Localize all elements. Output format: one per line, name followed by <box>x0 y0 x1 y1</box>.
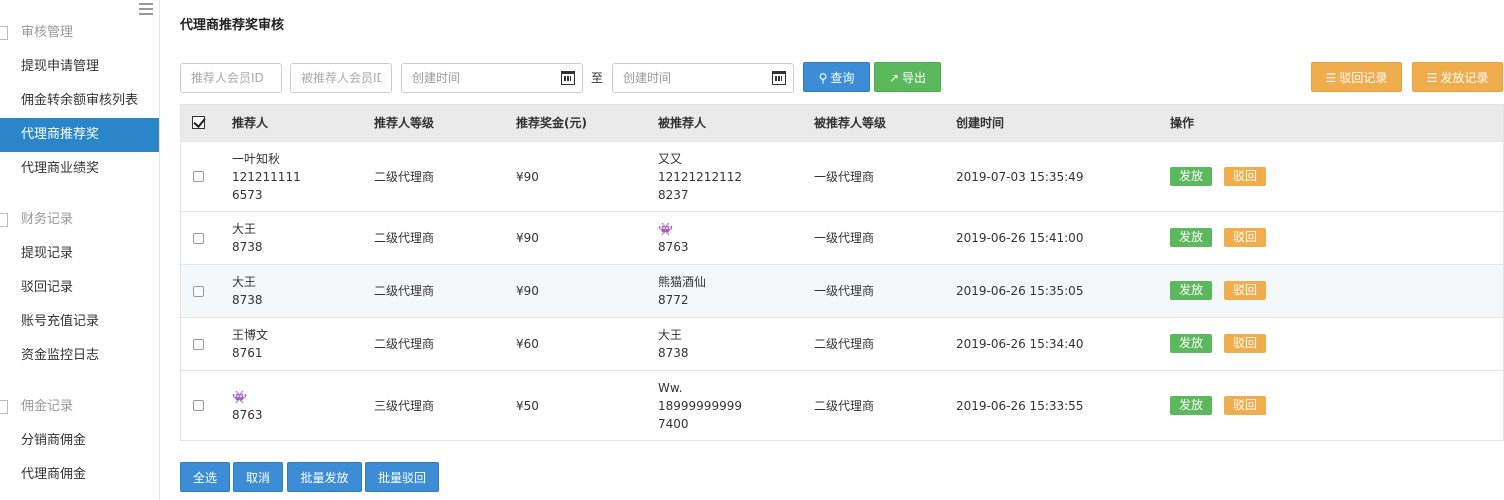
list-icon: ☰ <box>1426 71 1438 85</box>
table-row: 👾 8763 三级代理商 ¥50 Ww. 18999999999 7400 二级代理商… <box>181 370 1503 441</box>
bonus-cell: ¥50 <box>516 399 539 413</box>
finance-icon <box>0 213 8 227</box>
referee-cell: 熊猫酒仙 8772 <box>658 275 707 307</box>
bonus-cell: ¥90 <box>516 170 539 184</box>
row-checkbox[interactable] <box>193 233 204 244</box>
created-time-cell: 2019-06-26 15:33:55 <box>956 399 1084 413</box>
referrer-cell: 王博文 8761 <box>232 328 269 360</box>
sidebar-group-commission: 佣金记录 <box>0 391 159 423</box>
page-title: 代理商推荐奖审核 <box>180 18 285 33</box>
issue-button[interactable]: 发放 <box>1170 396 1213 415</box>
referee-cell: 👾 8763 <box>658 222 689 254</box>
sidebar-item-recharge-records[interactable]: 账号充值记录 <box>0 305 159 339</box>
cancel-button[interactable]: 取消 <box>233 462 283 492</box>
batch-issue-button[interactable]: 批量发放 <box>287 462 362 492</box>
header-referee: 被推荐人 <box>658 116 707 130</box>
reject-button[interactable]: 驳回 <box>1224 334 1267 353</box>
bonus-cell: ¥90 <box>516 231 539 245</box>
reject-button[interactable]: 驳回 <box>1224 228 1267 247</box>
created-time-cell: 2019-07-03 15:35:49 <box>956 170 1084 184</box>
reject-records-button[interactable]: ☰ 驳回记录 <box>1311 62 1402 92</box>
sidebar-item-agent-referral-bonus[interactable]: 代理商推荐奖 <box>0 118 159 152</box>
issue-button[interactable]: 发放 <box>1170 167 1213 186</box>
sidebar-group-finance: 财务记录 <box>0 204 159 236</box>
row-checkbox[interactable] <box>193 286 204 297</box>
reject-button[interactable]: 驳回 <box>1224 281 1267 300</box>
list-icon: ☰ <box>1325 71 1337 85</box>
header-referrer: 推荐人 <box>232 116 269 130</box>
sidebar-item-agent-performance-bonus[interactable]: 代理商业绩奖 <box>0 152 159 186</box>
reject-button[interactable]: 驳回 <box>1224 396 1267 415</box>
referrer-level-cell: 二级代理商 <box>374 284 435 298</box>
referee-level-cell: 一级代理商 <box>814 231 875 245</box>
start-time-field[interactable]: 创建时间 <box>401 63 583 93</box>
sidebar-item-reject-records[interactable]: 驳回记录 <box>0 271 159 305</box>
referrer-id-input[interactable] <box>180 63 282 93</box>
sidebar-item-fund-monitor-log[interactable]: 资金监控日志 <box>0 339 159 373</box>
bonus-cell: ¥90 <box>516 284 539 298</box>
sidebar-item-distributor-commission[interactable]: 分销商佣金 <box>0 424 159 458</box>
search-icon: ⚲ <box>818 71 828 85</box>
select-all-button[interactable]: 全选 <box>180 462 230 492</box>
issue-records-button[interactable]: ☰ 发放记录 <box>1412 62 1503 92</box>
referrer-cell: 大王 8738 <box>232 275 263 307</box>
table-header: 推荐人 推荐人等级 推荐奖金(元) 被推荐人 被推荐人等级 创建时间 操作 <box>181 105 1503 141</box>
commission-icon <box>0 400 8 414</box>
referee-level-cell: 二级代理商 <box>814 337 875 351</box>
export-icon: ↗ <box>888 71 900 85</box>
end-time-field[interactable]: 创建时间 <box>612 63 794 93</box>
row-checkbox[interactable] <box>193 339 204 350</box>
header-bonus: 推荐奖金(元) <box>516 116 587 130</box>
table-row: 王博文 8761 二级代理商 ¥60 大王 8738 二级代理商 2019-06-2… <box>181 317 1503 370</box>
referrer-cell: 大王 8738 <box>232 222 263 254</box>
referee-cell: 又又 12121212112 8237 <box>658 152 742 202</box>
header-referee-level: 被推荐人等级 <box>814 116 887 130</box>
issue-button[interactable]: 发放 <box>1170 281 1213 300</box>
export-button[interactable]: ↗ 导出 <box>874 62 941 92</box>
referee-level-cell: 一级代理商 <box>814 284 875 298</box>
table-row: 大王 8738 二级代理商 ¥90 熊猫酒仙 8772 一级代理商 2019-06-… <box>181 264 1503 317</box>
created-time-cell: 2019-06-26 15:41:00 <box>956 231 1084 245</box>
referee-cell: 大王 8738 <box>658 328 689 360</box>
reject-button[interactable]: 驳回 <box>1224 167 1267 186</box>
sidebar: 审核管理 提现申请管理 佣金转余额审核列表 代理商推荐奖 代理商业绩奖 财务记录… <box>0 0 160 500</box>
referrer-level-cell: 三级代理商 <box>374 399 435 413</box>
referee-cell: Ww. 18999999999 7400 <box>658 381 742 431</box>
header-referrer-level: 推荐人等级 <box>374 116 435 130</box>
referrer-cell: 👾 8763 <box>232 390 263 422</box>
sidebar-item-agent-commission[interactable]: 代理商佣金 <box>0 458 159 492</box>
referrer-level-cell: 二级代理商 <box>374 170 435 184</box>
row-checkbox[interactable] <box>193 400 204 411</box>
sidebar-item-withdraw-records[interactable]: 提现记录 <box>0 237 159 271</box>
bonus-cell: ¥60 <box>516 337 539 351</box>
bonus-table: 推荐人 推荐人等级 推荐奖金(元) 被推荐人 被推荐人等级 创建时间 操作 一叶… <box>180 104 1504 441</box>
date-range-separator: 至 <box>591 71 604 85</box>
table-row: 大王 8738 二级代理商 ¥90 👾 8763 一级代理商 2019-06-26 … <box>181 211 1503 264</box>
created-time-cell: 2019-06-26 15:34:40 <box>956 337 1084 351</box>
batch-reject-button[interactable]: 批量驳回 <box>365 462 439 492</box>
referrer-level-cell: 二级代理商 <box>374 231 435 245</box>
issue-button[interactable]: 发放 <box>1170 334 1213 353</box>
sidebar-item-commission-to-balance[interactable]: 佣金转余额审核列表 <box>0 84 159 118</box>
audit-icon <box>0 26 8 40</box>
sidebar-group-audit: 审核管理 <box>0 17 159 49</box>
search-button[interactable]: ⚲ 查询 <box>803 62 870 92</box>
header-created-time: 创建时间 <box>956 116 1005 130</box>
calendar-icon[interactable] <box>561 71 575 85</box>
calendar-icon[interactable] <box>772 71 786 85</box>
referee-id-input[interactable] <box>290 63 392 93</box>
row-checkbox[interactable] <box>193 171 204 182</box>
sidebar-item-withdraw-requests[interactable]: 提现申请管理 <box>0 50 159 84</box>
issue-button[interactable]: 发放 <box>1170 228 1213 247</box>
menu-toggle-icon[interactable] <box>139 3 153 15</box>
referrer-level-cell: 二级代理商 <box>374 337 435 351</box>
header-actions: 操作 <box>1170 116 1195 130</box>
referrer-cell: 一叶知秋 121211111 6573 <box>232 152 301 202</box>
select-all-checkbox[interactable] <box>192 116 205 129</box>
created-time-cell: 2019-06-26 15:35:05 <box>956 284 1084 298</box>
referee-level-cell: 一级代理商 <box>814 170 875 184</box>
table-row: 一叶知秋 121211111 6573 二级代理商 ¥90 又又 1212121211… <box>181 141 1503 211</box>
referee-level-cell: 二级代理商 <box>814 399 875 413</box>
